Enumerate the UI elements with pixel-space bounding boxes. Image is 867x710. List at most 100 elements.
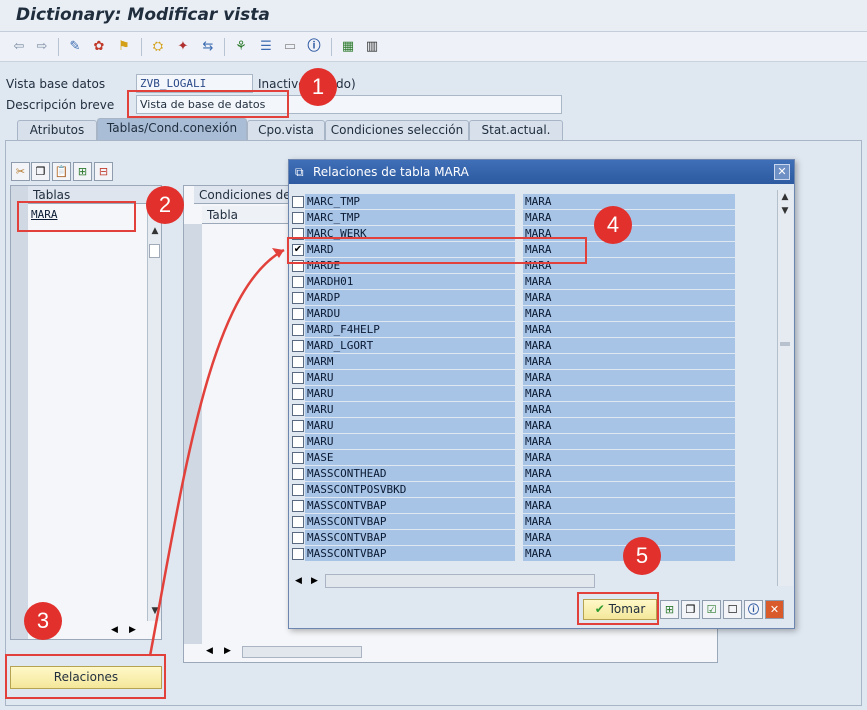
row-checkbox[interactable]: [292, 500, 304, 512]
related-table-cell: MASSCONTVBAP: [305, 530, 515, 545]
popup-row[interactable]: MASSCONTHEAD MARA: [289, 466, 769, 482]
popup-row[interactable]: MARU MARA: [289, 386, 769, 402]
popup-h-scroll-right-icon[interactable]: ▶: [311, 576, 318, 586]
popup-deselect-icon[interactable]: ☐: [723, 600, 742, 619]
back-arrow-icon[interactable]: ⇦: [10, 38, 28, 56]
related-table-cell: MARC_TMP: [305, 194, 515, 209]
popup-select-all-icon[interactable]: ☑: [702, 600, 721, 619]
base-table-cell: MARA: [523, 434, 735, 449]
popup-row[interactable]: MARM MARA: [289, 354, 769, 370]
h-scroll-right-icon[interactable]: ▶: [129, 625, 136, 635]
popup-copy-icon[interactable]: ❐: [681, 600, 700, 619]
tables-vertical-scrollbar[interactable]: ▲ ▼: [147, 204, 161, 621]
popup-scroll-thumb[interactable]: [780, 342, 790, 346]
popup-scroll-up-icon[interactable]: ▲: [778, 192, 792, 202]
row-checkbox[interactable]: [292, 340, 304, 352]
display-change-icon[interactable]: ✎: [66, 38, 84, 56]
grid-icon[interactable]: ▥: [363, 38, 381, 56]
scroll-up-icon[interactable]: ▲: [148, 226, 162, 236]
list-icon[interactable]: ☰: [257, 38, 275, 56]
popup-row[interactable]: MARC_TMP MARA: [289, 210, 769, 226]
popup-row[interactable]: MASSCONTVBAP MARA: [289, 498, 769, 514]
magic-wand-icon[interactable]: ✦: [174, 38, 192, 56]
cut-icon[interactable]: ✂: [11, 162, 30, 181]
related-table-cell: MASSCONTPOSVBKD: [305, 482, 515, 497]
cond-h-scroll-thumb[interactable]: [242, 646, 362, 658]
table-view-icon[interactable]: ▦: [339, 38, 357, 56]
row-checkbox[interactable]: [292, 436, 304, 448]
row-checkbox[interactable]: [292, 324, 304, 336]
popup-row[interactable]: MASSCONTVBAP MARA: [289, 514, 769, 530]
delete-row-icon[interactable]: ⊟: [94, 162, 113, 181]
tab-condiciones-seleccion[interactable]: Condiciones selección: [325, 120, 469, 140]
where-used-icon[interactable]: ⛭: [149, 38, 167, 56]
layout-icon[interactable]: ▭: [281, 38, 299, 56]
popup-scroll-down-icon[interactable]: ▼: [778, 206, 792, 216]
row-checkbox[interactable]: [292, 308, 304, 320]
row-checkbox[interactable]: [292, 468, 304, 480]
popup-vertical-scrollbar[interactable]: ▲ ▼: [777, 190, 793, 586]
status-suffix: do): [336, 77, 356, 91]
navigate-icon[interactable]: ⇆: [199, 38, 217, 56]
info-icon[interactable]: ⓘ: [305, 38, 323, 56]
row-checkbox[interactable]: [292, 548, 304, 560]
popup-row[interactable]: MASSCONTPOSVBKD MARA: [289, 482, 769, 498]
popup-insert-icon[interactable]: ⊞: [660, 600, 679, 619]
cond-h-scroll-right-icon[interactable]: ▶: [224, 646, 231, 656]
popup-info-icon[interactable]: ⓘ: [744, 600, 763, 619]
row-checkbox[interactable]: [292, 388, 304, 400]
popup-cancel-icon[interactable]: ✕: [765, 600, 784, 619]
popup-row[interactable]: MARDH01 MARA: [289, 274, 769, 290]
tab-stat-actual[interactable]: Stat.actual.: [469, 120, 563, 140]
popup-row[interactable]: MARU MARA: [289, 370, 769, 386]
popup-row[interactable]: MARU MARA: [289, 434, 769, 450]
popup-row[interactable]: MARDP MARA: [289, 290, 769, 306]
copy-icon[interactable]: ❐: [31, 162, 50, 181]
tab-tablas[interactable]: Tablas/Cond.conexión: [97, 118, 247, 140]
paste-icon[interactable]: 📋: [52, 162, 71, 181]
row-checkbox[interactable]: [292, 420, 304, 432]
row-checkbox[interactable]: [292, 356, 304, 368]
window-title: Dictionary: Modificar vista: [16, 5, 270, 25]
hierarchy-icon[interactable]: ⚘: [232, 38, 250, 56]
popup-close-icon[interactable]: ✕: [774, 164, 790, 180]
row-checkbox[interactable]: [292, 404, 304, 416]
description-label: Descripción breve: [6, 98, 115, 112]
popup-row[interactable]: MARD_LGORT MARA: [289, 338, 769, 354]
popup-row[interactable]: MASSCONTVBAP MARA: [289, 546, 769, 562]
tab-atributos[interactable]: Atributos: [17, 120, 97, 140]
cond-h-scroll-left-icon[interactable]: ◀: [206, 646, 213, 656]
annotation-box-mard: [287, 237, 587, 264]
insert-row-icon[interactable]: ⊞: [73, 162, 92, 181]
relations-popup: ⧉ Relaciones de tabla MARA ✕ MARC_TMP MAR…: [288, 159, 795, 629]
popup-row[interactable]: MARU MARA: [289, 402, 769, 418]
conditions-row-selector[interactable]: [184, 224, 202, 644]
row-checkbox[interactable]: [292, 276, 304, 288]
scroll-down-icon[interactable]: ▼: [148, 606, 162, 616]
row-checkbox[interactable]: [292, 532, 304, 544]
row-checkbox[interactable]: [292, 292, 304, 304]
activate-icon[interactable]: ⚑: [115, 38, 133, 56]
row-checkbox[interactable]: [292, 484, 304, 496]
forward-arrow-icon[interactable]: ⇨: [33, 38, 51, 56]
tab-cpo-vista[interactable]: Cpo.vista: [247, 120, 325, 140]
row-checkbox[interactable]: [292, 372, 304, 384]
popup-h-scroll-thumb[interactable]: [325, 574, 595, 588]
row-checkbox[interactable]: [292, 196, 304, 208]
popup-row[interactable]: MARD_F4HELP MARA: [289, 322, 769, 338]
row-checkbox[interactable]: [292, 452, 304, 464]
popup-row[interactable]: MARDU MARA: [289, 306, 769, 322]
h-scroll-left-icon[interactable]: ◀: [111, 625, 118, 635]
row-checkbox[interactable]: [292, 212, 304, 224]
popup-h-scroll-left-icon[interactable]: ◀: [295, 576, 302, 586]
popup-row[interactable]: MASE MARA: [289, 450, 769, 466]
popup-row[interactable]: MARC_TMP MARA: [289, 194, 769, 210]
scroll-thumb[interactable]: [149, 244, 160, 258]
row-selector-column[interactable]: [11, 186, 28, 639]
check-icon[interactable]: ✿: [90, 38, 108, 56]
callout-2: 2: [146, 186, 184, 224]
row-checkbox[interactable]: [292, 516, 304, 528]
related-table-cell: MARU: [305, 434, 515, 449]
popup-row[interactable]: MARU MARA: [289, 418, 769, 434]
popup-row[interactable]: MASSCONTVBAP MARA: [289, 530, 769, 546]
